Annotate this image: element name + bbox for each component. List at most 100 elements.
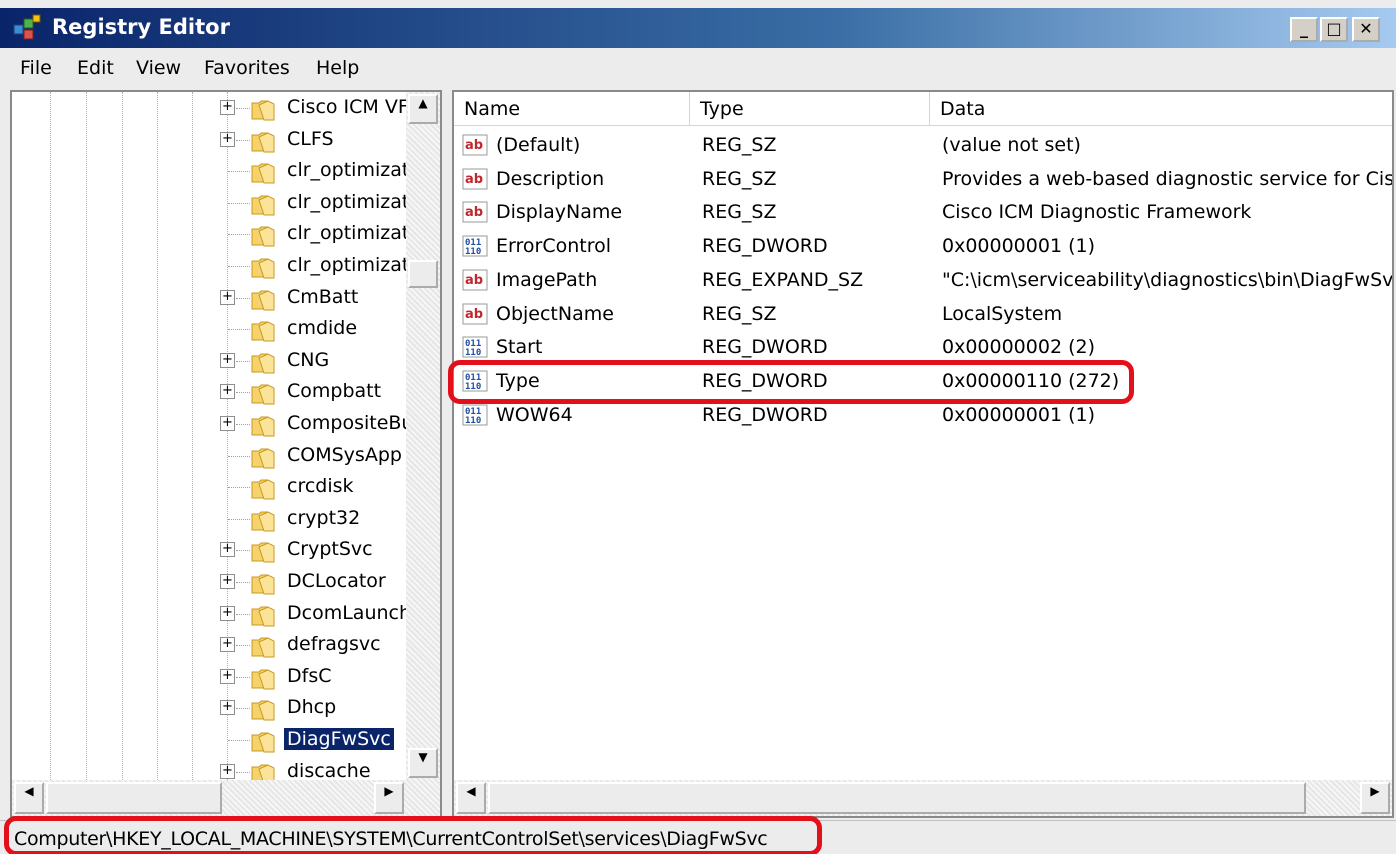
tree-item[interactable]: + Compbatt — [12, 376, 406, 408]
tree-item[interactable]: cmdide — [12, 313, 406, 345]
tree-item[interactable]: DiagFwSvc — [12, 724, 406, 756]
value-row[interactable]: ab DisplayName REG_SZ Cisco ICM Diagnostic … — [454, 195, 1392, 229]
tree-item[interactable]: COMSysApp — [12, 440, 406, 472]
expand-icon[interactable]: + — [220, 605, 235, 621]
expand-icon[interactable]: + — [220, 100, 235, 115]
tree-item[interactable]: clr_optimizat — [12, 250, 406, 282]
list-hscroll-thumb[interactable] — [488, 782, 1306, 814]
tree-item-label: clr_optimizat — [287, 222, 406, 245]
value-name: Description — [496, 167, 605, 190]
tree-item[interactable]: crcdisk — [12, 471, 406, 503]
scroll-left-icon[interactable]: ◀ — [14, 782, 44, 814]
expand-icon[interactable]: + — [220, 637, 235, 653]
tree-connector — [228, 487, 250, 489]
value-data: 0x00000001 (1) — [942, 235, 1095, 258]
tree-item[interactable]: + discache — [12, 756, 406, 780]
tree-connector — [236, 708, 250, 710]
close-button[interactable]: ✕ — [1352, 17, 1380, 42]
string-value-icon: ab — [462, 303, 488, 324]
scroll-down-icon[interactable]: ▼ — [408, 748, 438, 778]
minimize-button[interactable]: _ — [1290, 17, 1318, 42]
tree-item-label: CryptSvc — [287, 538, 373, 561]
value-row[interactable]: ab ObjectName REG_SZ LocalSystem — [454, 297, 1392, 331]
tree-item[interactable]: + DfsC — [12, 661, 406, 693]
value-type: REG_DWORD — [702, 403, 828, 426]
svg-text:110: 110 — [465, 416, 481, 426]
menu-bar: File Edit View Favorites Help — [0, 52, 1396, 86]
svg-text:ab: ab — [465, 172, 483, 187]
menu-file[interactable]: File — [20, 57, 52, 79]
expand-icon[interactable]: + — [220, 289, 235, 305]
tree-item[interactable]: + CLFS — [12, 124, 406, 156]
column-header-type[interactable]: Type — [690, 92, 930, 126]
menu-help[interactable]: Help — [316, 57, 359, 79]
value-data: (value not set) — [942, 134, 1081, 156]
tree-item[interactable]: + CryptSvc — [12, 534, 406, 566]
tree-item[interactable]: crypt32 — [12, 503, 406, 535]
value-row[interactable]: ab ImagePath REG_EXPAND_SZ "C:\icm\servicea… — [454, 263, 1394, 297]
value-row[interactable]: 011 110 Type REG_DWORD 0x00000110 (272) — [454, 364, 1392, 398]
tree-connector — [236, 392, 250, 394]
value-row[interactable]: ab (Default) REG_SZ (value not set) — [454, 128, 1392, 162]
tree-connector — [236, 771, 250, 773]
expand-icon[interactable]: + — [220, 416, 235, 431]
tree-item[interactable]: + DcomLaunch — [12, 598, 406, 630]
folder-icon — [251, 574, 275, 595]
scroll-up-icon[interactable]: ▲ — [408, 94, 438, 124]
tree-hscroll-thumb[interactable] — [46, 782, 222, 814]
folder-icon — [251, 479, 275, 500]
title-bar[interactable]: Registry Editor _ □ ✕ — [0, 8, 1396, 48]
tree-scroll-thumb[interactable] — [408, 260, 438, 288]
tree-connector — [236, 139, 250, 141]
expand-icon[interactable]: + — [220, 763, 235, 779]
folder-icon — [251, 384, 275, 405]
key-tree-pane[interactable]: + Cisco ICM VF + CLFS clr_optimizat clr_optim… — [10, 90, 442, 818]
expand-icon[interactable]: + — [220, 542, 235, 558]
tree-item[interactable]: clr_optimizat — [12, 187, 406, 219]
tree-connector — [236, 645, 250, 647]
tree-item[interactable]: + CmBatt — [12, 282, 406, 314]
expand-icon[interactable]: + — [220, 574, 235, 589]
value-row[interactable]: ab Description REG_SZ Provides a web-based … — [454, 162, 1392, 196]
menu-view[interactable]: View — [136, 57, 181, 79]
value-data: 0x00000002 (2) — [942, 336, 1095, 359]
folder-icon — [251, 669, 275, 690]
tree-item[interactable]: + CompositeBu — [12, 408, 406, 440]
string-value-icon: ab — [462, 269, 488, 291]
value-row[interactable]: 011 110 WOW64 REG_DWORD 0x00000001 (1) — [454, 398, 1392, 432]
scroll-left-icon[interactable]: ◀ — [456, 782, 486, 814]
expand-icon[interactable]: + — [220, 700, 235, 716]
folder-icon — [251, 606, 275, 627]
scroll-right-icon[interactable]: ▶ — [1360, 782, 1390, 814]
tree-connector — [228, 266, 250, 267]
expand-icon[interactable]: + — [220, 131, 235, 147]
value-data: "C:\icm\serviceability\diagnostics\bin\D… — [942, 268, 1394, 291]
value-row[interactable]: 011 110 ErrorControl REG_DWORD 0x00000001 (1… — [454, 229, 1392, 263]
tree-item-label: CmBatt — [287, 285, 359, 308]
menu-edit[interactable]: Edit — [77, 57, 114, 79]
tree-vertical-scrollbar[interactable] — [406, 92, 440, 780]
list-header: Name Type Data — [454, 92, 1392, 126]
scroll-right-icon[interactable]: ▶ — [374, 782, 404, 814]
maximize-button[interactable]: □ — [1320, 17, 1348, 42]
tree-item[interactable]: + Dhcp — [12, 692, 406, 724]
tree-item[interactable]: + Cisco ICM VF — [12, 92, 406, 124]
tree-item[interactable]: clr_optimizat — [12, 155, 406, 187]
column-header-data[interactable]: Data — [930, 92, 1392, 126]
value-row[interactable]: 011 110 Start REG_DWORD 0x00000002 (2) — [454, 330, 1392, 364]
tree-item[interactable]: + defragsvc — [12, 629, 406, 661]
tree-item[interactable]: clr_optimizat — [12, 218, 406, 250]
expand-icon[interactable]: + — [220, 352, 235, 368]
expand-icon[interactable]: + — [220, 668, 235, 684]
string-value-icon: ab — [462, 201, 488, 223]
folder-icon — [251, 226, 275, 247]
expand-icon[interactable]: + — [220, 384, 235, 400]
value-type: REG_EXPAND_SZ — [702, 268, 864, 291]
svg-text:110: 110 — [465, 382, 481, 392]
tree-item[interactable]: + CNG — [12, 345, 406, 377]
column-header-name[interactable]: Name — [454, 92, 690, 126]
menu-favorites[interactable]: Favorites — [204, 57, 290, 79]
tree-item[interactable]: + DCLocator — [12, 566, 406, 598]
registry-editor-window: Registry Editor _ □ ✕ File Edit View Fav… — [0, 0, 1396, 854]
values-list-pane[interactable]: Name Type Data ab (Default) REG_SZ (value n… — [452, 90, 1394, 818]
